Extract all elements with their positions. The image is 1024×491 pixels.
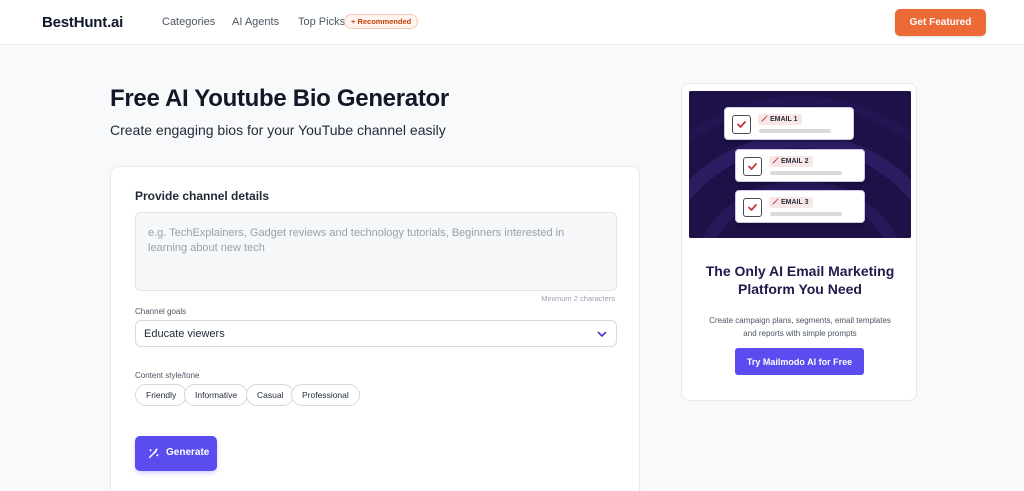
email-tag: EMAIL 1 [758, 114, 802, 125]
page-subtitle: Create engaging bios for your YouTube ch… [110, 122, 446, 138]
email-tag: EMAIL 2 [769, 156, 813, 167]
get-featured-button[interactable]: Get Featured [895, 9, 986, 36]
channel-details-input[interactable] [135, 212, 617, 291]
checkmark-icon [748, 163, 757, 170]
sparkle-icon [772, 198, 779, 205]
top-header: BestHunt.ai Categories AI Agents Top Pic… [0, 0, 1024, 45]
mailmodo-ad-card: EMAIL 1 EMAIL 2 EMAIL 3 The Only AI Emai… [681, 83, 917, 401]
email-preview-card: EMAIL 3 [735, 190, 865, 223]
content-tone-label: Content style/tone [135, 371, 200, 380]
placeholder-bar [770, 171, 842, 175]
email-tag-label: EMAIL 1 [770, 116, 798, 123]
ad-banner: EMAIL 1 EMAIL 2 EMAIL 3 [689, 91, 911, 238]
nav-top-picks[interactable]: Top Picks [298, 16, 345, 28]
chevron-down-icon [597, 331, 607, 337]
ad-description: Create campaign plans, segments, email t… [709, 316, 891, 338]
email-tag-label: EMAIL 3 [781, 199, 809, 206]
generate-button[interactable]: Generate [135, 436, 217, 471]
email-tag: EMAIL 3 [769, 197, 813, 208]
generate-label: Generate [166, 447, 210, 458]
channel-goals-selected-value: Educate viewers [144, 328, 225, 340]
min-chars-hint: Minimum 2 characters [541, 294, 615, 303]
magic-wand-icon [148, 448, 159, 459]
recommended-badge: + Recommended [344, 14, 419, 29]
page-title: Free AI Youtube Bio Generator [110, 85, 449, 112]
channel-goals-select[interactable]: Educate viewers [135, 320, 617, 347]
checkmark-icon [748, 204, 757, 211]
placeholder-bar [759, 129, 831, 133]
tone-chip-informative[interactable]: Informative [184, 384, 249, 406]
tone-chip-casual[interactable]: Casual [246, 384, 295, 406]
checkbox [743, 157, 762, 176]
form-section-title: Provide channel details [135, 189, 270, 203]
ad-title: The Only AI Email Marketing Platform You… [705, 263, 895, 297]
placeholder-bar [770, 212, 842, 216]
sparkle-icon [761, 115, 768, 122]
nav-ai-agents[interactable]: AI Agents [232, 16, 279, 28]
site-logo[interactable]: BestHunt.ai [42, 14, 123, 31]
nav-categories[interactable]: Categories [162, 16, 215, 28]
checkbox [743, 198, 762, 217]
checkbox [732, 115, 751, 134]
generator-form-card: Provide channel details Minimum 2 charac… [110, 166, 640, 491]
sparkle-icon [772, 157, 779, 164]
tone-chip-friendly[interactable]: Friendly [135, 384, 188, 406]
checkmark-icon [737, 121, 746, 128]
email-preview-card: EMAIL 2 [735, 149, 865, 182]
tone-chip-professional[interactable]: Professional [291, 384, 360, 406]
email-preview-card: EMAIL 1 [724, 107, 854, 140]
try-mailmodo-button[interactable]: Try Mailmodo AI for Free [735, 348, 864, 375]
email-tag-label: EMAIL 2 [781, 158, 809, 165]
channel-goals-label: Channel goals [135, 307, 187, 316]
